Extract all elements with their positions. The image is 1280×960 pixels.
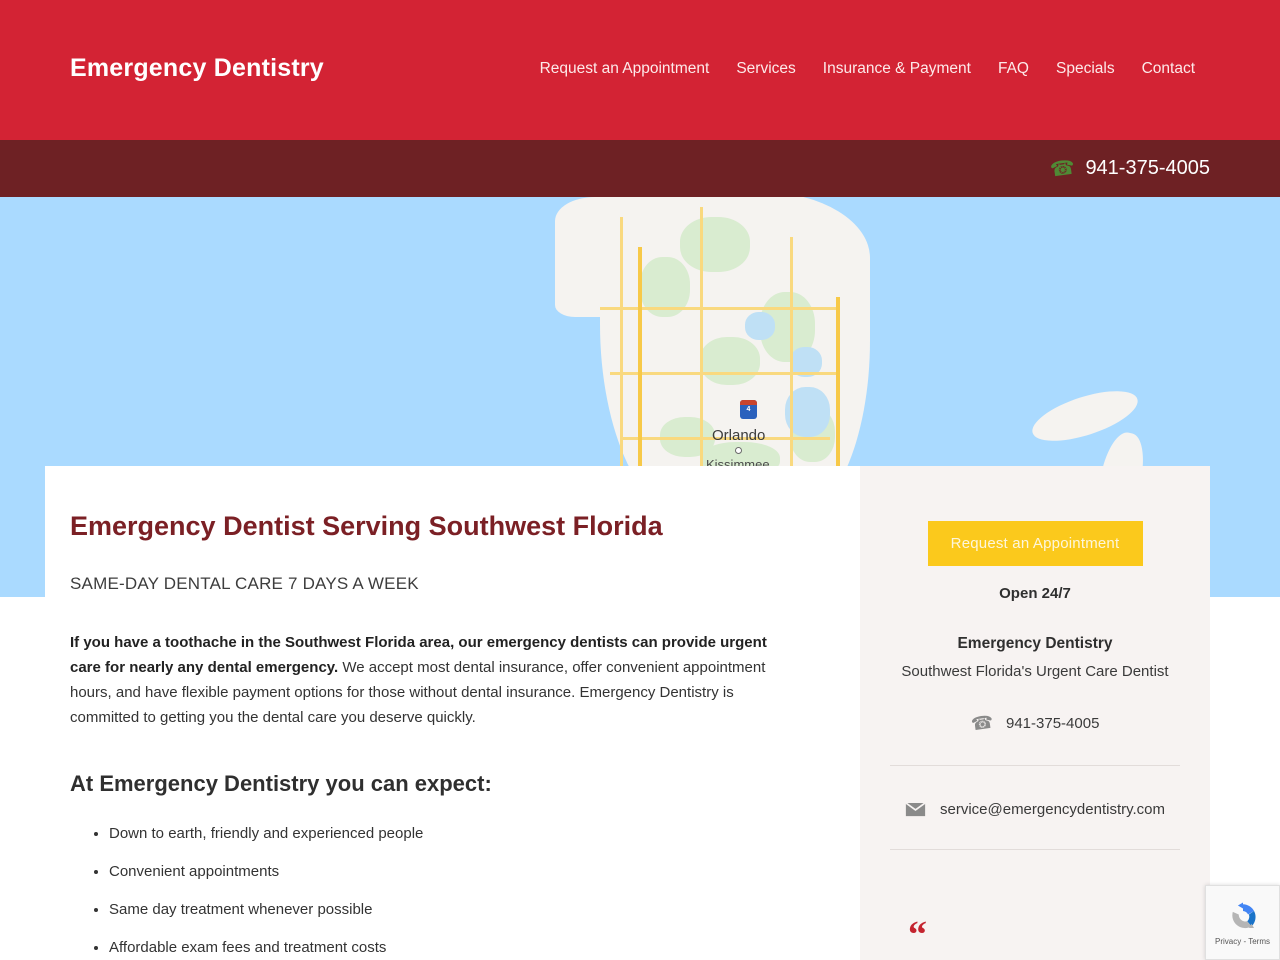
phone-bar-link[interactable]: ☎ 941-375-4005 xyxy=(1048,140,1210,197)
map-park-area xyxy=(700,337,760,385)
open-hours-label: Open 24/7 xyxy=(999,585,1071,602)
site-header: Emergency Dentistry Request an Appointme… xyxy=(0,0,1280,140)
sidebar-email-address[interactable]: service@emergencydentistry.com xyxy=(940,801,1165,818)
phone-bar: ☎ 941-375-4005 xyxy=(0,140,1280,197)
nav-item-specials[interactable]: Specials xyxy=(1056,60,1115,78)
nav-item-faq[interactable]: FAQ xyxy=(998,60,1029,78)
content-card: Emergency Dentist Serving Southwest Flor… xyxy=(45,466,1210,960)
list-item: Affordable exam fees and treatment costs xyxy=(109,939,790,957)
map-city-dot xyxy=(735,447,742,454)
page-subtitle: SAME-DAY DENTAL CARE 7 DAYS A WEEK xyxy=(70,574,419,594)
map-road xyxy=(620,217,623,507)
map-road xyxy=(790,237,793,477)
intro-paragraph: If you have a toothache in the Southwest… xyxy=(70,630,790,730)
map-city-label: Orlando xyxy=(712,427,766,444)
nav-item-services[interactable]: Services xyxy=(736,60,795,78)
page-title: Emergency Dentist Serving Southwest Flor… xyxy=(70,511,663,541)
phone-icon: ☎ xyxy=(1048,156,1076,182)
contact-sidebar: Request an Appointment Open 24/7 Emergen… xyxy=(860,466,1210,960)
map-park-area xyxy=(680,217,750,272)
map-road xyxy=(600,307,840,310)
highway-shield-icon: 4 xyxy=(740,400,757,419)
expectations-list: Down to earth, friendly and experienced … xyxy=(70,825,790,960)
list-item: Same day treatment whenever possible xyxy=(109,901,790,919)
main-content-column: Emergency Dentist Serving Southwest Flor… xyxy=(45,466,860,960)
expectations-heading: At Emergency Dentistry you can expect: xyxy=(70,771,492,797)
list-item: Down to earth, friendly and experienced … xyxy=(109,825,790,843)
phone-bar-number[interactable]: 941-375-4005 xyxy=(1085,157,1210,180)
page-root: Emergency Dentistry Request an Appointme… xyxy=(0,0,1280,960)
nav-item-insurance-payment[interactable]: Insurance & Payment xyxy=(823,60,971,78)
phone-icon: ☎ xyxy=(969,711,995,735)
sidebar-phone-link[interactable]: ☎ 941-375-4005 xyxy=(890,711,1180,735)
sidebar-phone-number[interactable]: 941-375-4005 xyxy=(1006,715,1099,732)
recaptcha-icon xyxy=(1231,902,1256,928)
recaptcha-badge[interactable]: Privacy - Terms xyxy=(1205,885,1280,960)
business-name: Emergency Dentistry xyxy=(957,635,1113,652)
nav-item-request-appointment[interactable]: Request an Appointment xyxy=(540,60,710,78)
map-lake xyxy=(745,312,775,340)
sidebar-email-link[interactable]: service@emergencydentistry.com xyxy=(890,801,1180,818)
sidebar-divider xyxy=(890,765,1180,766)
map-road xyxy=(610,372,840,375)
testimonial-quote-icon: “ xyxy=(908,914,927,956)
envelope-icon xyxy=(905,802,926,817)
business-tagline: Southwest Florida's Urgent Care Dentist xyxy=(901,663,1169,680)
list-item: Convenient appointments xyxy=(109,863,790,881)
recaptcha-privacy-terms[interactable]: Privacy - Terms xyxy=(1215,937,1270,946)
map-road xyxy=(700,207,703,497)
sidebar-divider xyxy=(890,849,1180,850)
main-navigation: Request an Appointment Services Insuranc… xyxy=(540,60,1195,78)
nav-item-contact[interactable]: Contact xyxy=(1142,60,1195,78)
site-logo[interactable]: Emergency Dentistry xyxy=(70,54,324,83)
request-appointment-button[interactable]: Request an Appointment xyxy=(927,521,1143,566)
